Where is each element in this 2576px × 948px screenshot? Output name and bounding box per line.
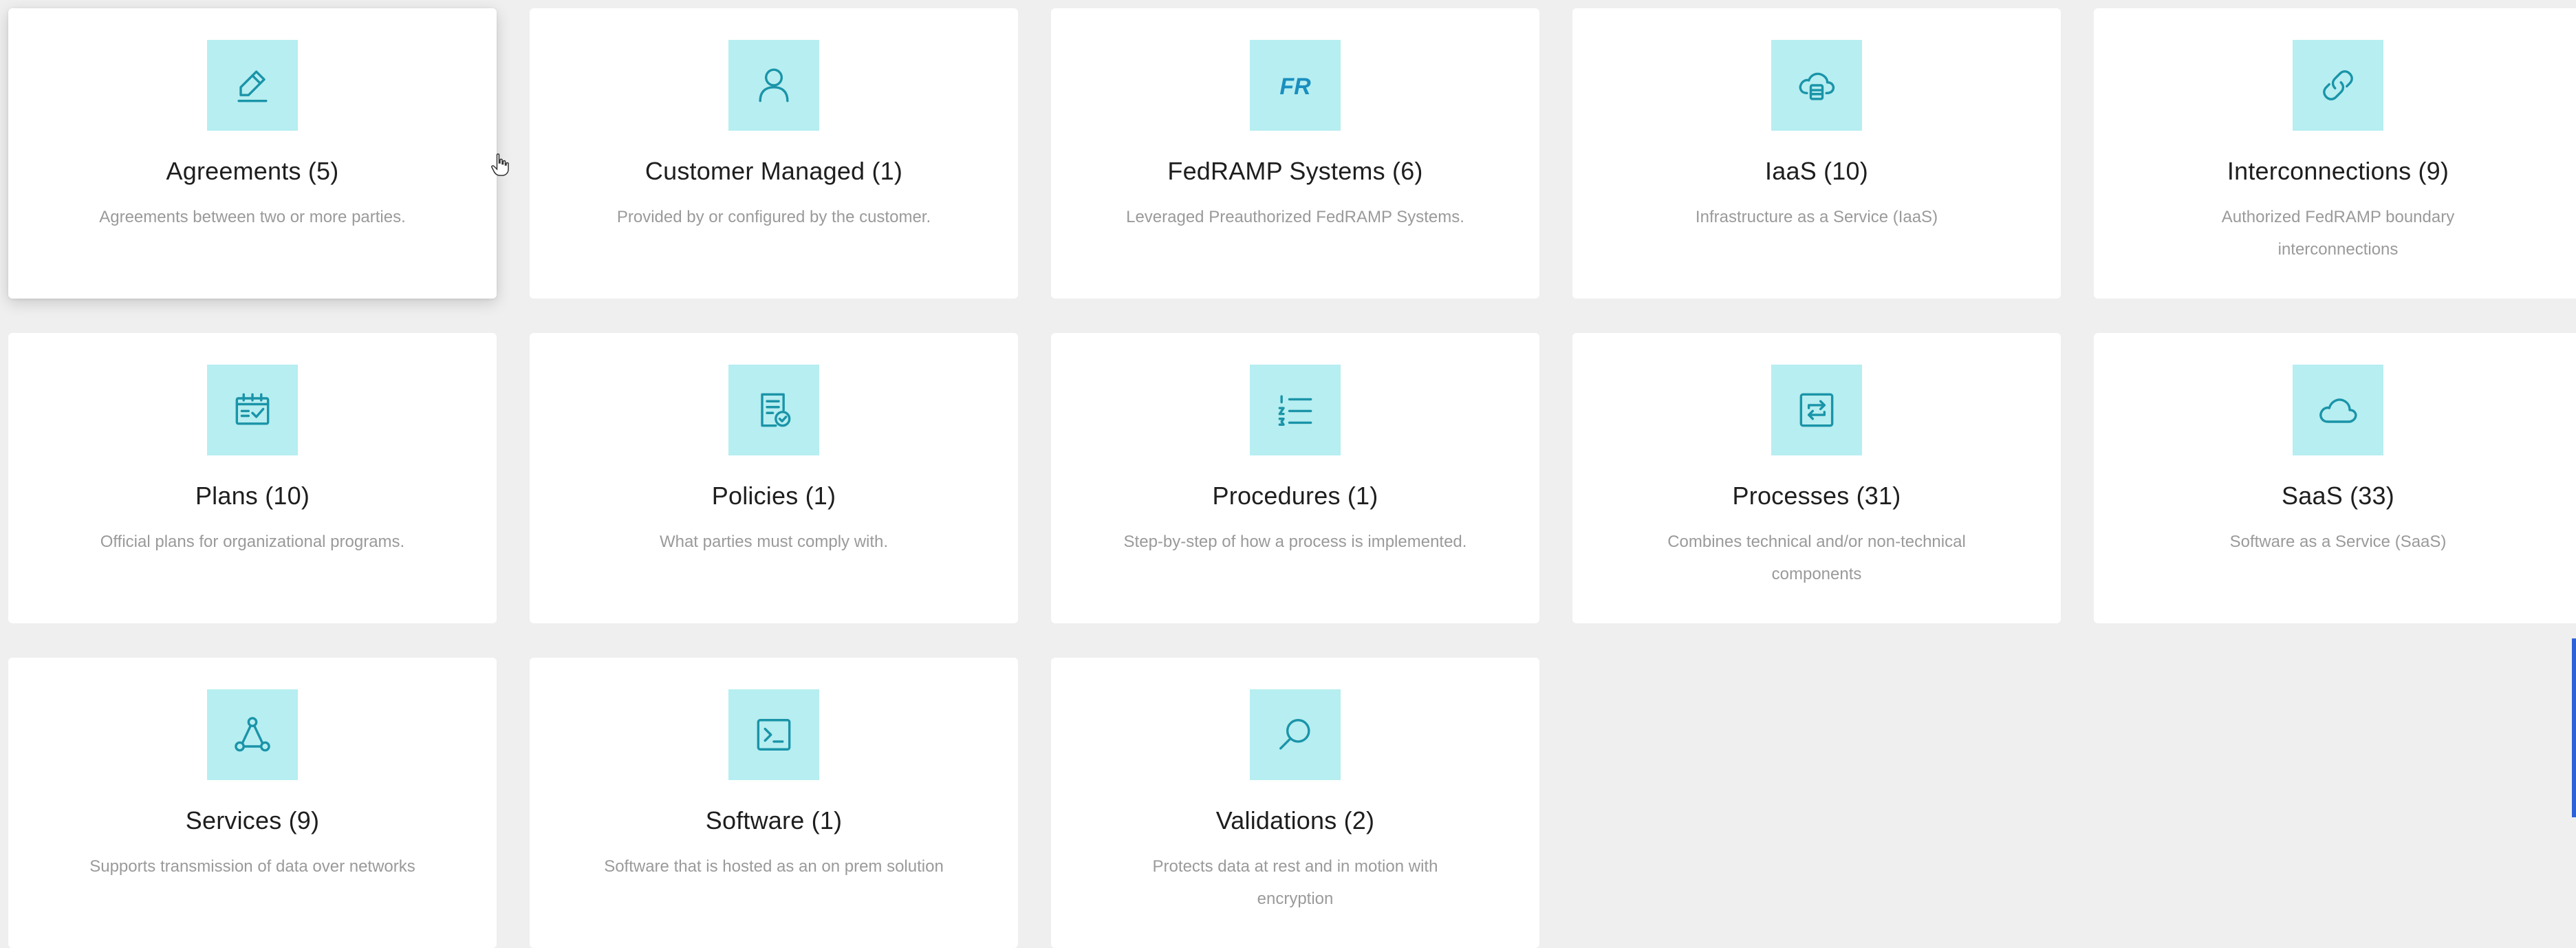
card-title: Validations (2)	[1215, 806, 1375, 834]
card-description: Official plans for organizational progra…	[100, 532, 405, 551]
terminal-icon	[728, 689, 819, 780]
numbered-list-icon	[1250, 365, 1341, 455]
card-plans[interactable]: Plans (10) Official plans for organizati…	[8, 333, 497, 623]
card-description: Provided by or configured by the custome…	[616, 208, 931, 226]
calendar-check-icon	[207, 365, 298, 455]
card-interconnections[interactable]: Interconnections (9) Authorized FedRAMP …	[2094, 8, 2576, 299]
card-description: Leveraged Preauthorized FedRAMP Systems.	[1126, 208, 1464, 226]
card-description: Supports transmission of data over netwo…	[89, 857, 415, 876]
card-iaas[interactable]: IaaS (10) Infrastructure as a Service (I…	[1572, 8, 2061, 299]
card-services[interactable]: Services (9) Supports transmission of da…	[8, 658, 497, 948]
network-nodes-icon	[207, 689, 298, 780]
card-description: Infrastructure as a Service (IaaS)	[1695, 208, 1938, 226]
card-title: FedRAMP Systems (6)	[1167, 157, 1423, 185]
card-title: Interconnections (9)	[2227, 157, 2449, 185]
hand-cursor-icon	[491, 153, 509, 176]
pencil-icon	[207, 40, 298, 131]
card-description: Protects data at rest and in motion with…	[1152, 857, 1438, 908]
card-title: Procedures (1)	[1212, 482, 1378, 510]
cloud-server-icon	[1771, 40, 1862, 131]
card-software[interactable]: Software (1) Software that is hosted as …	[530, 658, 1018, 948]
card-title: Services (9)	[185, 806, 320, 834]
card-title: Software (1)	[705, 806, 843, 834]
card-agreements[interactable]: Agreements (5) Agreements between two or…	[8, 8, 497, 299]
card-fedramp-systems[interactable]: FR FedRAMP Systems (6) Leveraged Preauth…	[1051, 8, 1539, 299]
card-processes[interactable]: Processes (31) Combines technical and/or…	[1572, 333, 2061, 623]
card-procedures[interactable]: Procedures (1) Step-by-step of how a pro…	[1051, 333, 1539, 623]
fedramp-fr-icon: FR	[1250, 40, 1341, 131]
card-title: SaaS (33)	[2282, 482, 2394, 510]
svg-text:FR: FR	[1279, 74, 1311, 100]
card-title: Plans (10)	[195, 482, 310, 510]
card-description: Agreements between two or more parties.	[99, 208, 406, 226]
card-title: Customer Managed (1)	[645, 157, 903, 185]
person-icon	[728, 40, 819, 131]
cloud-icon	[2293, 365, 2383, 455]
card-title: Agreements (5)	[166, 157, 339, 185]
magnifier-icon	[1250, 689, 1341, 780]
card-saas[interactable]: SaaS (33) Software as a Service (SaaS)	[2094, 333, 2576, 623]
card-title: Policies (1)	[711, 482, 836, 510]
card-description: Software as a Service (SaaS)	[2229, 532, 2447, 551]
card-description: Step-by-step of how a process is impleme…	[1123, 532, 1467, 551]
card-validations[interactable]: Validations (2) Protects data at rest an…	[1051, 658, 1539, 948]
card-title: Processes (31)	[1732, 482, 1901, 510]
card-description: What parties must comply with.	[659, 532, 889, 551]
scrollbar-edge[interactable]	[2572, 638, 2576, 817]
card-description: Combines technical and/or non-technical …	[1667, 532, 1966, 583]
card-policies[interactable]: Policies (1) What parties must comply wi…	[530, 333, 1018, 623]
process-loop-icon	[1771, 365, 1862, 455]
card-description: Software that is hosted as an on prem so…	[604, 857, 944, 876]
card-title: IaaS (10)	[1765, 157, 1868, 185]
card-description: Authorized FedRAMP boundary interconnect…	[2221, 208, 2455, 259]
card-customer-managed[interactable]: Customer Managed (1) Provided by or conf…	[530, 8, 1018, 299]
link-icon	[2293, 40, 2383, 131]
category-grid: Agreements (5) Agreements between two or…	[8, 8, 2576, 948]
document-check-icon	[728, 365, 819, 455]
